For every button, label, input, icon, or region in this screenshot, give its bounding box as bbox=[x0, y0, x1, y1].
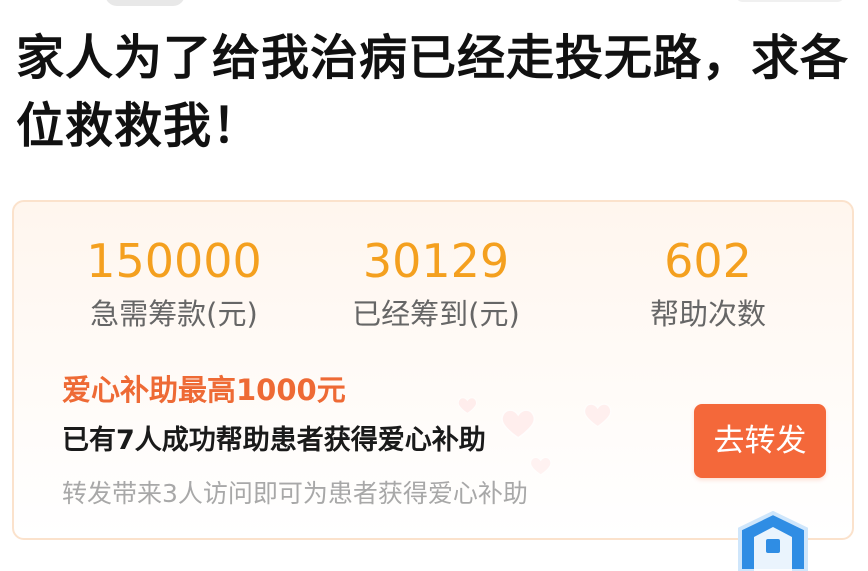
stat-label: 已经筹到(元) bbox=[352, 297, 520, 331]
top-image-fragment bbox=[735, 0, 845, 2]
share-button[interactable]: 去转发 bbox=[694, 404, 826, 478]
heart-icon bbox=[530, 456, 552, 476]
top-image-fragment bbox=[105, 0, 185, 6]
stat-help-count: 602 帮助次数 bbox=[578, 232, 838, 334]
stat-value: 150000 bbox=[86, 234, 262, 288]
stat-needed: 150000 急需筹款(元) bbox=[44, 232, 304, 334]
heart-icon bbox=[583, 403, 612, 428]
stat-raised: 30129 已经筹到(元) bbox=[306, 232, 566, 334]
fundraising-card: 150000 急需筹款(元) 30129 已经筹到(元) 602 帮助次数 爱心… bbox=[12, 200, 854, 540]
subsidy-hint: 转发带来3人访问即可为患者获得爱心补助 bbox=[62, 479, 528, 508]
page-title: 家人为了给我治病已经走投无路，求各位救救我！ bbox=[16, 30, 850, 154]
subsidy-count-text: 已有7人成功帮助患者获得爱心补助 bbox=[62, 425, 486, 456]
stats-row: 150000 急需筹款(元) 30129 已经筹到(元) 602 帮助次数 bbox=[14, 232, 852, 342]
top-image-edge bbox=[0, 0, 868, 12]
heart-icon bbox=[457, 397, 477, 414]
stat-value: 30129 bbox=[362, 234, 510, 288]
stat-value: 602 bbox=[664, 234, 752, 288]
subsidy-title: 爱心补助最高1000元 bbox=[62, 373, 346, 407]
shield-badge-icon[interactable] bbox=[728, 511, 818, 571]
stat-label: 帮助次数 bbox=[649, 297, 766, 331]
stat-label: 急需筹款(元) bbox=[90, 297, 258, 331]
heart-icon bbox=[501, 409, 536, 439]
